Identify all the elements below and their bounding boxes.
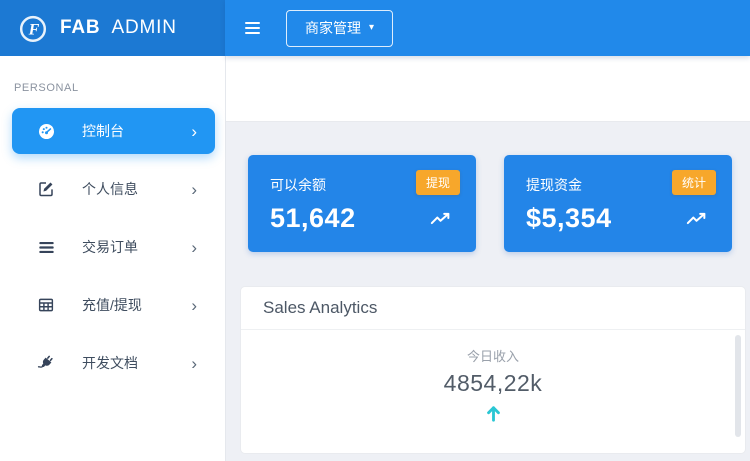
sidebar: PERSONAL 控制台 › 个人信息 › [0,56,226,461]
svg-text:F: F [28,22,40,39]
brand[interactable]: F FAB ADMIN [0,0,225,56]
app: { "header": { "brand_bold": "FAB", "bran… [0,0,750,461]
stat-cards-row: 可以余额 提现 51,642 提现资金 统计 $5,354 [248,155,732,252]
chevron-right-icon: › [191,123,197,140]
caret-down-icon: ▾ [369,23,374,33]
stat-card-balance: 可以余额 提现 51,642 [248,155,476,252]
header-toolbar: 商家管理 ▾ [225,0,750,56]
menu-toggle-icon[interactable] [243,15,262,41]
orders-list-icon [36,237,56,257]
stat-card-withdraw-funds: 提现资金 统计 $5,354 [504,155,732,252]
brand-title-light: ADMIN [112,17,177,38]
sidebar-item-label: 个人信息 [82,179,138,199]
trending-up-icon [686,211,708,226]
trending-up-icon [430,211,452,226]
sidebar-item-label: 开发文档 [82,353,138,373]
withdraw-badge-button[interactable]: 提现 [416,170,460,195]
merchant-menu-button[interactable]: 商家管理 ▾ [286,10,393,47]
chevron-right-icon: › [191,181,197,198]
sidebar-section-label: PERSONAL [14,82,225,94]
sidebar-item-dev-docs[interactable]: 开发文档 › [12,340,215,386]
brand-title-bold: FAB [60,17,100,38]
stat-card-value: 51,642 [270,203,356,234]
sales-analytics-card: Sales Analytics 今日收入 4854,22k [240,286,746,454]
metric-label: 今日收入 [241,346,745,365]
merchant-menu-label: 商家管理 [305,18,361,38]
stat-card-title: 提现资金 [526,175,582,195]
scrollbar-thumb[interactable] [735,335,741,437]
edit-icon [36,179,56,199]
sidebar-item-profile[interactable]: 个人信息 › [12,166,215,212]
stat-card-value: $5,354 [526,203,612,234]
sidebar-item-orders[interactable]: 交易订单 › [12,224,215,270]
arrow-up-icon [241,404,745,423]
sidebar-item-dashboard[interactable]: 控制台 › [12,108,215,154]
sidebar-item-label: 交易订单 [82,237,138,257]
sidebar-item-label: 控制台 [82,121,124,141]
stat-card-title: 可以余额 [270,175,326,195]
analytics-title: Sales Analytics [263,298,377,318]
plug-icon [36,353,56,373]
sidebar-item-recharge-withdraw[interactable]: 充值/提现 › [12,282,215,328]
top-header: F FAB ADMIN 商家管理 ▾ [0,0,750,56]
sidebar-item-label: 充值/提现 [82,295,142,315]
stats-badge-button[interactable]: 统计 [672,170,716,195]
chevron-right-icon: › [191,355,197,372]
logo-icon: F [16,11,50,45]
chevron-right-icon: › [191,239,197,256]
page-subheader [226,56,750,122]
content-area: 可以余额 提现 51,642 提现资金 统计 $5,354 [226,122,750,461]
table-icon [36,295,56,315]
brand-title: FAB ADMIN [60,17,177,39]
dashboard-icon [36,121,56,141]
chevron-right-icon: › [191,297,197,314]
metric-value: 4854,22k [241,370,745,397]
